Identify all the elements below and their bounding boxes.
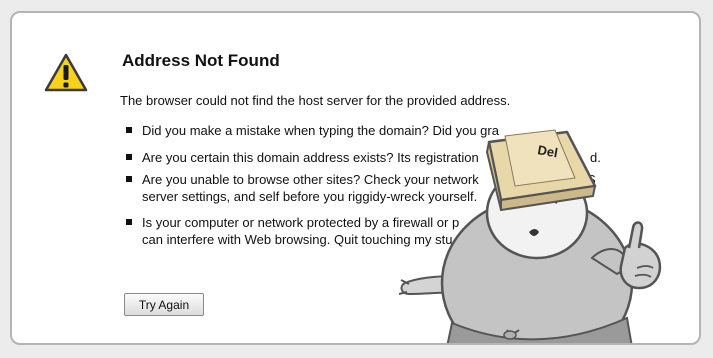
error-title: Address Not Found <box>122 51 280 70</box>
bullet-marker <box>126 219 132 225</box>
bullet-marker <box>126 176 132 182</box>
error-dialog: Address Not Found The browser could not … <box>10 11 701 345</box>
mascot-illustration: Del <box>398 129 662 343</box>
bullet-marker <box>126 154 132 160</box>
bullet-marker <box>126 127 132 133</box>
warning-icon <box>44 53 88 92</box>
try-again-button[interactable]: Try Again <box>124 293 204 316</box>
error-intro: The browser could not find the host serv… <box>120 93 511 108</box>
